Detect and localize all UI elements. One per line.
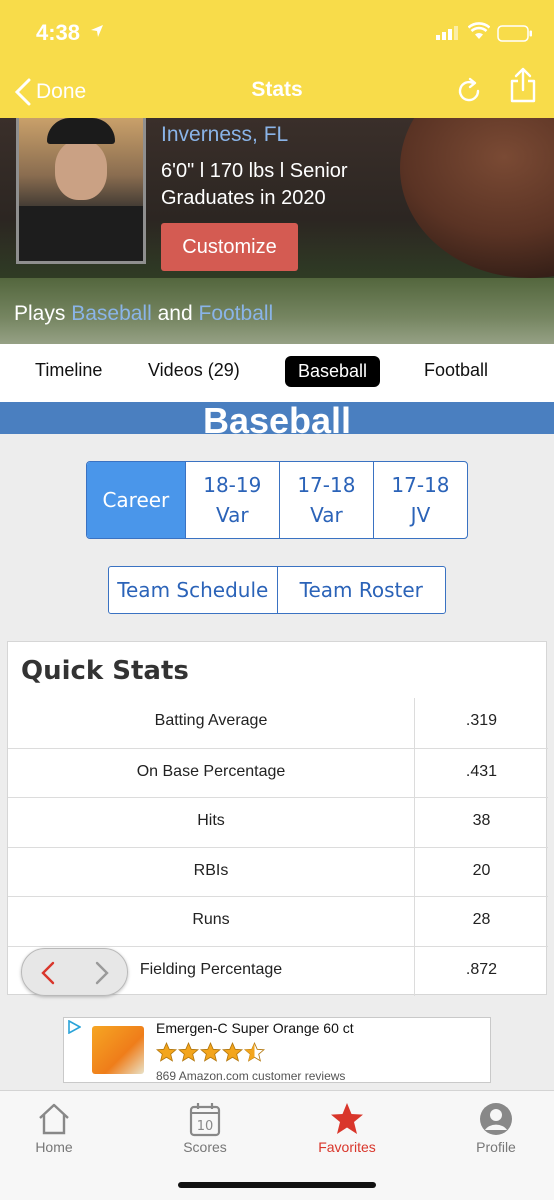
pager-control	[21, 948, 128, 996]
stat-value: 20	[472, 861, 491, 879]
quick-stats-title: Quick Stats	[21, 656, 189, 686]
stat-value: .872	[465, 960, 498, 978]
tabbar-home-label: Home	[35, 1139, 73, 1155]
tab-baseball[interactable]: Baseball	[285, 356, 381, 387]
section-title: Baseball	[202, 402, 352, 434]
tabbar-favorites[interactable]: Favorites	[297, 1101, 397, 1155]
wifi-icon	[468, 22, 490, 39]
avatar-jersey	[19, 206, 143, 261]
star-half-icon	[244, 1042, 265, 1062]
star-icon	[331, 1103, 363, 1134]
status-time: 4:38	[36, 20, 81, 45]
stat-label: Runs	[192, 911, 230, 929]
stat-label: Hits	[197, 812, 225, 830]
season-17-18-jv[interactable]: 17-18 JV	[372, 462, 467, 538]
sport-link-football[interactable]: Football	[199, 302, 274, 325]
signal-icon	[436, 26, 458, 40]
team-links: Team Schedule Team Roster	[108, 566, 446, 614]
season-level: JV	[410, 503, 431, 527]
season-level: Var	[310, 503, 343, 527]
avatar-cap	[47, 118, 115, 144]
season-level: Var	[215, 503, 249, 527]
tab-videos[interactable]: Videos (29)	[148, 360, 240, 381]
season-year: 18-19	[203, 473, 262, 497]
nav-bar: Done Stats	[0, 66, 554, 118]
season-selector: Career 18-19 Var 17-18 Var 17-18 JV	[86, 461, 468, 539]
star-icon	[178, 1042, 199, 1062]
ad-rating	[156, 1042, 265, 1064]
refresh-icon[interactable]	[454, 76, 484, 106]
calendar-icon: 10	[189, 1103, 221, 1137]
quick-stats-card: Quick Stats Batting Average .319 On Base…	[7, 641, 548, 996]
ad-reviews: 869 Amazon.com customer reviews	[156, 1069, 346, 1083]
home-icon	[39, 1103, 69, 1135]
chevron-left-icon[interactable]	[38, 961, 58, 985]
stat-label: RBIs	[193, 861, 229, 879]
tabbar-profile-label: Profile	[476, 1139, 516, 1155]
share-icon[interactable]	[508, 66, 538, 104]
tabbar-profile[interactable]: Profile	[446, 1101, 546, 1155]
svg-text:10: 10	[197, 1119, 214, 1134]
chevron-right-icon[interactable]	[92, 961, 112, 985]
battery-icon	[497, 25, 532, 42]
star-icon	[200, 1042, 221, 1062]
sport-link-baseball[interactable]: Baseball	[71, 302, 152, 325]
season-career[interactable]: Career	[87, 462, 185, 538]
stat-label: On Base Percentage	[136, 762, 286, 780]
star-icon	[222, 1042, 243, 1062]
person-icon	[480, 1103, 512, 1135]
avatar	[16, 118, 146, 264]
ad-banner[interactable]: Emergen-C Super Orange 60 ct 869 Amazon.…	[63, 1017, 491, 1083]
season-18-19-var[interactable]: 18-19 Var	[184, 462, 279, 538]
ad-choices-icon[interactable]	[67, 1020, 81, 1034]
table-row: Runs 28	[8, 896, 548, 946]
table-row: On Base Percentage .431	[8, 747, 548, 798]
profile-header: Inverness, FL 6'0" l 170 lbs l Senior Gr…	[0, 118, 554, 344]
team-schedule-button[interactable]: Team Schedule	[109, 567, 277, 613]
stat-value: 28	[472, 911, 491, 929]
tabbar-home[interactable]: Home	[4, 1101, 104, 1155]
season-year: 17-18	[297, 473, 356, 497]
ad-product-image	[92, 1026, 144, 1074]
player-location: Inverness, FL	[161, 123, 289, 146]
stat-value: .319	[465, 712, 498, 729]
stat-label: Batting Average	[154, 712, 268, 729]
player-graduation: Graduates in 2020	[161, 187, 326, 209]
tab-football[interactable]: Football	[424, 360, 488, 381]
stat-value: .431	[465, 762, 498, 780]
tab-timeline[interactable]: Timeline	[35, 360, 102, 381]
season-year: 17-18	[391, 473, 450, 497]
location-arrow-icon	[91, 25, 103, 37]
season-label: Career	[102, 488, 170, 512]
plays-prefix: Plays	[14, 302, 66, 325]
season-17-18-var[interactable]: 17-18 Var	[278, 462, 373, 538]
avatar-face	[55, 140, 107, 200]
home-indicator[interactable]	[178, 1182, 376, 1188]
hero-background-ball	[400, 118, 554, 278]
table-row: RBIs 20	[8, 846, 548, 897]
table-row: Batting Average .319	[8, 698, 548, 748]
star-icon	[156, 1042, 177, 1062]
plays-sports-line: Plays Baseball and Football	[14, 302, 273, 326]
table-row: Hits 38	[8, 797, 548, 847]
tabbar-scores-label: Scores	[183, 1139, 227, 1155]
ad-title: Emergen-C Super Orange 60 ct	[156, 1020, 354, 1036]
plays-conjunction: and	[157, 302, 193, 325]
section-header: Baseball	[0, 402, 554, 434]
profile-tabs: Timeline Videos (29) Baseball Football	[0, 344, 554, 402]
team-roster-button[interactable]: Team Roster	[276, 567, 446, 613]
customize-button[interactable]: Customize	[161, 223, 298, 271]
tabbar-scores[interactable]: 10 Scores	[155, 1101, 255, 1155]
player-measurements: 6'0" l 170 lbs l Senior	[161, 160, 348, 182]
stat-value: 38	[472, 812, 491, 830]
tabbar-favorites-label: Favorites	[318, 1139, 376, 1155]
status-bar: 4:38	[0, 0, 554, 66]
